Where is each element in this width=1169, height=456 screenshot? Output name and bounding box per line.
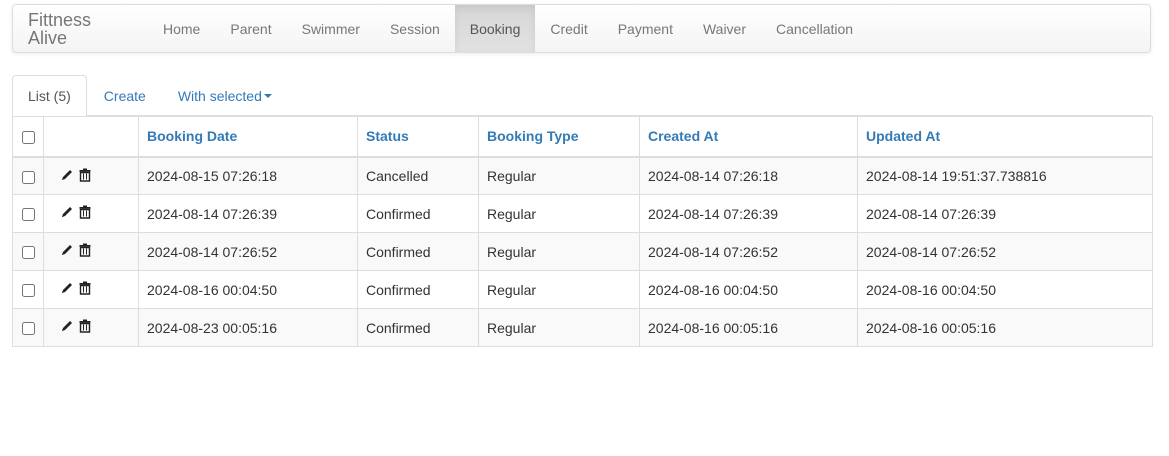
view-tabs: List (5) Create With selected [12, 75, 1151, 117]
updated-at-cell: 2024-08-14 19:51:37.738816 [857, 156, 1153, 195]
row-select-cell [12, 308, 44, 347]
table-row: 2024-08-16 00:04:50 Confirmed Regular 20… [12, 270, 1153, 309]
trash-icon[interactable] [78, 168, 92, 185]
status-cell: Confirmed [357, 270, 479, 309]
row-checkbox[interactable] [21, 170, 35, 184]
select-all-checkbox[interactable] [21, 131, 35, 145]
updated-at-cell: 2024-08-14 07:26:52 [857, 232, 1153, 271]
nav-item-home[interactable]: Home [148, 5, 215, 52]
row-checkbox[interactable] [21, 246, 35, 260]
pencil-icon[interactable] [60, 243, 74, 260]
row-select-cell [12, 232, 44, 271]
booking-date-cell: 2024-08-15 07:26:18 [138, 156, 358, 195]
booking-type-cell: Regular [478, 232, 640, 271]
nav-item-cancellation[interactable]: Cancellation [761, 5, 868, 52]
with-selected-label: With selected [177, 87, 262, 104]
pencil-icon[interactable] [60, 205, 74, 222]
created-at-cell: 2024-08-14 07:26:18 [639, 156, 858, 195]
status-cell: Confirmed [357, 308, 479, 347]
column-header-created-at[interactable]: Created At [639, 116, 858, 158]
row-checkbox[interactable] [21, 322, 35, 336]
booking-table: Booking Date Status Booking Type Created… [12, 116, 1153, 347]
created-at-cell: 2024-08-14 07:26:39 [639, 194, 858, 233]
created-at-cell: 2024-08-16 00:05:16 [639, 308, 858, 347]
table-row: 2024-08-14 07:26:52 Confirmed Regular 20… [12, 232, 1153, 271]
column-header-booking-type[interactable]: Booking Type [478, 116, 640, 158]
row-actions [43, 194, 139, 233]
status-cell: Cancelled [357, 156, 479, 195]
created-at-cell: 2024-08-14 07:26:52 [639, 232, 858, 271]
nav-item-booking[interactable]: Booking [454, 5, 536, 52]
booking-type-cell: Regular [478, 308, 640, 347]
caret-down-icon [263, 93, 272, 98]
pencil-icon[interactable] [60, 168, 74, 185]
row-select-cell [12, 270, 44, 309]
tab-create[interactable]: Create [89, 75, 161, 116]
column-header-updated-at[interactable]: Updated At [857, 116, 1153, 158]
row-actions [43, 156, 139, 195]
trash-icon[interactable] [78, 205, 92, 222]
nav-item-waiver[interactable]: Waiver [688, 5, 761, 52]
booking-date-cell: 2024-08-14 07:26:52 [138, 232, 358, 271]
trash-icon[interactable] [78, 281, 92, 298]
nav-item-parent[interactable]: Parent [215, 5, 286, 52]
trash-icon[interactable] [78, 319, 92, 336]
trash-icon[interactable] [78, 243, 92, 260]
nav-menu: Home Parent Swimmer Session Booking Cred… [148, 5, 868, 52]
column-header-status[interactable]: Status [357, 116, 479, 158]
nav-item-credit[interactable]: Credit [535, 5, 602, 52]
select-all-cell [12, 116, 44, 158]
nav-item-session[interactable]: Session [375, 5, 455, 52]
nav-item-payment[interactable]: Payment [603, 5, 688, 52]
brand-logo[interactable]: Fittness Alive [13, 5, 148, 52]
table-row: 2024-08-14 07:26:39 Confirmed Regular 20… [12, 194, 1153, 233]
booking-date-cell: 2024-08-14 07:26:39 [138, 194, 358, 233]
row-checkbox[interactable] [21, 208, 35, 222]
row-actions [43, 270, 139, 309]
row-select-cell [12, 194, 44, 233]
created-at-cell: 2024-08-16 00:04:50 [639, 270, 858, 309]
booking-date-cell: 2024-08-16 00:04:50 [138, 270, 358, 309]
pencil-icon[interactable] [60, 281, 74, 298]
table-header-row: Booking Date Status Booking Type Created… [12, 116, 1153, 158]
booking-type-cell: Regular [478, 156, 640, 195]
table-row: 2024-08-23 00:05:16 Confirmed Regular 20… [12, 308, 1153, 347]
pencil-icon[interactable] [60, 319, 74, 336]
nav-item-swimmer[interactable]: Swimmer [287, 5, 375, 52]
actions-header [43, 116, 139, 158]
booking-type-cell: Regular [478, 270, 640, 309]
table-row: 2024-08-15 07:26:18 Cancelled Regular 20… [12, 156, 1153, 195]
row-actions [43, 232, 139, 271]
row-checkbox[interactable] [21, 284, 35, 298]
booking-date-cell: 2024-08-23 00:05:16 [138, 308, 358, 347]
updated-at-cell: 2024-08-14 07:26:39 [857, 194, 1153, 233]
updated-at-cell: 2024-08-16 00:05:16 [857, 308, 1153, 347]
row-select-cell [12, 156, 44, 195]
status-cell: Confirmed [357, 194, 479, 233]
column-header-booking-date[interactable]: Booking Date [138, 116, 358, 158]
top-navbar: Fittness Alive Home Parent Swimmer Sessi… [12, 4, 1151, 53]
tab-list[interactable]: List (5) [12, 75, 87, 117]
with-selected-dropdown[interactable]: With selected [163, 75, 287, 116]
status-cell: Confirmed [357, 232, 479, 271]
row-actions [43, 308, 139, 347]
booking-type-cell: Regular [478, 194, 640, 233]
updated-at-cell: 2024-08-16 00:04:50 [857, 270, 1153, 309]
